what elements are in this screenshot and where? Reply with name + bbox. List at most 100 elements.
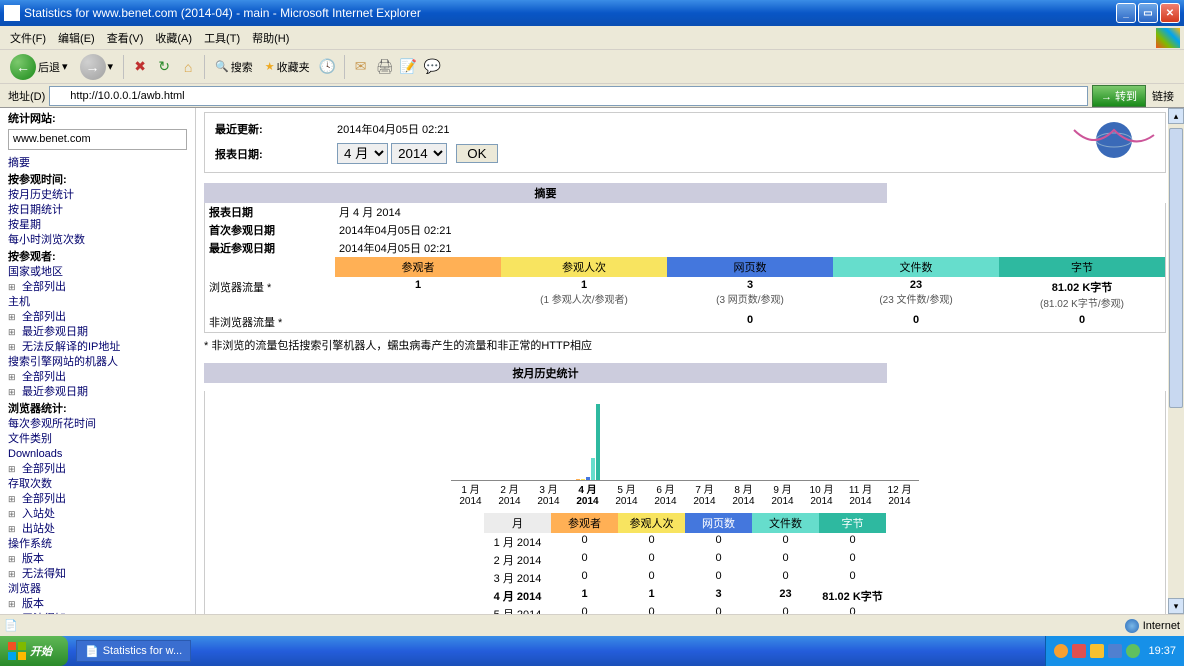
menu-tools[interactable]: 工具(T)	[198, 28, 246, 48]
chart-x-label: 10 月2014	[802, 481, 841, 507]
sidebar-item[interactable]: 每次参观所花时间	[8, 417, 187, 432]
scroll-up-icon[interactable]: ▴	[1168, 108, 1184, 124]
stop-button[interactable]: ✖	[130, 57, 150, 77]
history-button[interactable]: 🕓	[318, 57, 338, 77]
mh-bytes: 字节	[819, 513, 886, 533]
go-arrow-icon: →	[1101, 91, 1112, 103]
sidebar-item[interactable]: 搜索引擎网站的机器人	[8, 355, 187, 370]
back-button[interactable]: ← 后退 ▾	[6, 52, 72, 82]
menu-help[interactable]: 帮助(H)	[246, 28, 295, 48]
start-button[interactable]: 开始	[0, 636, 68, 666]
window-title: Statistics for www.benet.com (2014-04) -…	[24, 6, 1116, 20]
taskbar: 开始 📄 Statistics for w... 19:37	[0, 636, 1184, 666]
tray-icon[interactable]	[1126, 644, 1140, 658]
titlebar: Statistics for www.benet.com (2014-04) -…	[0, 0, 1184, 26]
sidebar-item[interactable]: 按星期	[8, 218, 187, 233]
tray-shield-icon[interactable]	[1090, 644, 1104, 658]
sidebar-item[interactable]: 浏览器	[8, 582, 187, 597]
sidebar-item[interactable]: 出站处	[22, 522, 187, 537]
monthly-cell: 2 月 2014	[484, 551, 551, 569]
toolbar: ← 后退 ▾ → ▾ ✖ ↻ ⌂ 🔍 搜索 ★ 收藏夹 🕓 ✉ 🖨 📝 💬	[0, 50, 1184, 84]
site-selector[interactable]: www.benet.com	[8, 129, 187, 150]
sidebar-item[interactable]: 全部列出	[22, 370, 187, 385]
discuss-button[interactable]: 💬	[423, 57, 443, 77]
menu-view[interactable]: 查看(V)	[101, 28, 150, 48]
monthly-cell: 1	[618, 587, 685, 605]
sidebar-item[interactable]: 全部列出	[22, 492, 187, 507]
tray-shield-icon[interactable]	[1108, 644, 1122, 658]
first-visit-value: 2014年04月05日 02:21	[339, 222, 1161, 238]
links-label[interactable]: 链接	[1146, 88, 1180, 104]
favorites-button[interactable]: ★ 收藏夹	[261, 57, 314, 77]
tray-icon[interactable]	[1072, 644, 1086, 658]
scroll-thumb[interactable]	[1169, 128, 1183, 408]
menu-edit[interactable]: 编辑(E)	[52, 28, 101, 48]
edit-button[interactable]: 📝	[399, 57, 419, 77]
toolbar-separator	[204, 55, 205, 79]
sidebar-item[interactable]: 存取次数	[8, 477, 187, 492]
go-button[interactable]: → 转到	[1092, 85, 1146, 107]
sidebar-item[interactable]: 最近参观日期	[22, 325, 187, 340]
month-select[interactable]: 4 月	[337, 143, 388, 164]
sidebar-item[interactable]: 按日期统计	[8, 203, 187, 218]
sidebar-item[interactable]: 全部列出	[22, 462, 187, 477]
monthly-cell: 0	[819, 551, 886, 569]
vertical-scrollbar[interactable]: ▴ ▾	[1168, 108, 1184, 614]
sidebar-item[interactable]: 主机	[8, 295, 187, 310]
sidebar-item[interactable]: 摘要	[8, 156, 187, 171]
print-button[interactable]: 🖨	[375, 57, 395, 77]
monthly-cell: 0	[551, 551, 618, 569]
sidebar-item[interactable]: 无法反解译的IP地址	[22, 340, 187, 355]
sidebar-item: 按参观者:	[8, 250, 187, 265]
ok-button[interactable]: OK	[456, 144, 497, 163]
sidebar-item[interactable]: 按月历史统计	[8, 188, 187, 203]
clock: 19:37	[1148, 645, 1176, 657]
address-input[interactable]	[49, 86, 1088, 106]
sidebar-item[interactable]: Downloads	[8, 447, 187, 462]
sidebar-item[interactable]: 入站处	[22, 507, 187, 522]
scroll-down-icon[interactable]: ▾	[1168, 598, 1184, 614]
sidebar-item[interactable]: 操作系统	[8, 537, 187, 552]
sidebar-item[interactable]: 无法得知	[22, 567, 187, 582]
sidebar-item[interactable]: 每小时浏览次数	[8, 233, 187, 248]
chart-x-label: 5 月2014	[607, 481, 646, 507]
forward-button[interactable]: → ▾	[76, 52, 118, 82]
sidebar-item[interactable]: 全部列出	[22, 310, 187, 325]
go-label: 转到	[1115, 91, 1137, 103]
address-label: 地址(D)	[4, 88, 49, 104]
menubar: 文件(F) 编辑(E) 查看(V) 收藏(A) 工具(T) 帮助(H)	[0, 26, 1184, 50]
col-visits: 参观人次	[501, 257, 667, 277]
system-tray[interactable]: 19:37	[1045, 636, 1184, 666]
monthly-cell: 1 月 2014	[484, 533, 551, 551]
sidebar-item[interactable]: 版本	[22, 597, 187, 612]
home-button[interactable]: ⌂	[178, 57, 198, 77]
search-button[interactable]: 🔍 搜索	[211, 57, 257, 77]
monthly-cell: 0	[618, 605, 685, 614]
refresh-button[interactable]: ↻	[154, 57, 174, 77]
close-button[interactable]: ✕	[1160, 3, 1180, 23]
sidebar-item[interactable]: 全部列出	[22, 280, 187, 295]
mail-button[interactable]: ✉	[351, 57, 371, 77]
monthly-row: 5 月 201400000	[205, 605, 1165, 614]
tray-icon[interactable]	[1054, 644, 1068, 658]
monthly-cell: 0	[752, 569, 819, 587]
sidebar-item[interactable]: 文件类别	[8, 432, 187, 447]
year-select[interactable]: 2014	[391, 143, 447, 164]
maximize-button[interactable]: ▭	[1138, 3, 1158, 23]
sidebar-item[interactable]: 国家或地区	[8, 265, 187, 280]
sidebar-item[interactable]: 最近参观日期	[22, 385, 187, 400]
menu-favorites[interactable]: 收藏(A)	[149, 28, 198, 48]
back-arrow-icon: ←	[10, 54, 36, 80]
monthly-row: 2 月 201400000	[205, 551, 1165, 569]
monthly-row: 4 月 20141132381.02 K字节	[205, 587, 1165, 605]
zone-label: Internet	[1143, 620, 1180, 632]
taskbar-item-ie[interactable]: 📄 Statistics for w...	[76, 640, 191, 662]
menu-file[interactable]: 文件(F)	[4, 28, 52, 48]
sidebar-item[interactable]: 版本	[22, 552, 187, 567]
sidebar: 统计网站: www.benet.com 摘要按参观时间:按月历史统计按日期统计按…	[0, 108, 196, 614]
sidebar-item[interactable]: 无法得知	[22, 612, 187, 614]
monthly-cell: 0	[819, 533, 886, 551]
page-icon: 📄	[4, 619, 18, 632]
summary-section: 报表日期月 4 月 2014 首次参观日期2014年04月05日 02:21 最…	[204, 203, 1166, 333]
minimize-button[interactable]: _	[1116, 3, 1136, 23]
